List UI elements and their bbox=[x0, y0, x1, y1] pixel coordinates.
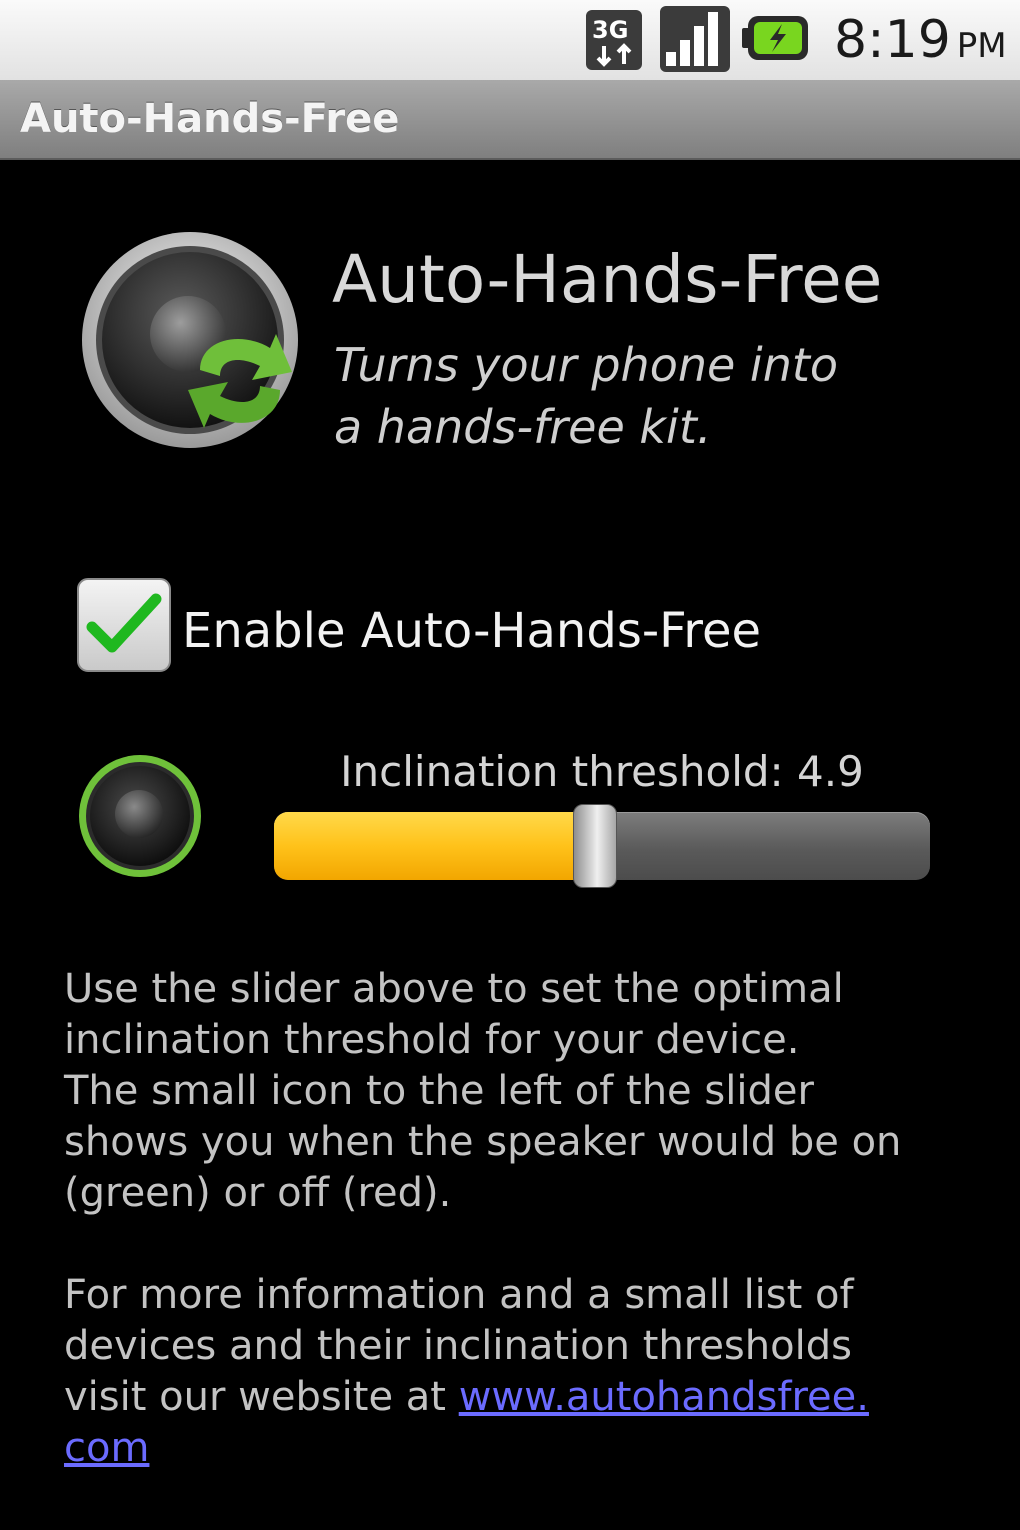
speaker-icon bbox=[79, 755, 201, 877]
app-screen: 3G 8:19 PM Auto-Hands-Free Auto-Hands-Fr… bbox=[0, 0, 1020, 1530]
app-tagline: Turns your phone into a hands-free kit. bbox=[334, 338, 839, 454]
status-clock: 8:19 PM bbox=[834, 10, 1007, 70]
description: Use the slider above to set the optimal … bbox=[64, 964, 944, 1474]
slider-fill bbox=[274, 812, 595, 880]
app-name: Auto-Hands-Free bbox=[332, 241, 883, 318]
description-paragraph: Use the slider above to set the optimal … bbox=[64, 966, 902, 1216]
more-info-paragraph: For more information and a small list of… bbox=[64, 1272, 869, 1471]
slider-thumb[interactable] bbox=[573, 804, 617, 888]
slider-label: Inclination threshold: 4.9 bbox=[340, 747, 864, 796]
window-title: Auto-Hands-Free bbox=[20, 96, 400, 142]
title-bar: Auto-Hands-Free bbox=[0, 80, 1020, 160]
inclination-slider[interactable] bbox=[274, 804, 930, 888]
speaker-refresh-icon bbox=[82, 232, 298, 448]
enable-checkbox-label[interactable]: Enable Auto-Hands-Free bbox=[182, 598, 761, 664]
3g-data-icon: 3G bbox=[586, 10, 642, 70]
svg-text:3G: 3G bbox=[592, 16, 628, 44]
signal-strength-icon bbox=[660, 6, 730, 72]
status-bar: 3G 8:19 PM bbox=[0, 0, 1020, 80]
enable-checkbox[interactable] bbox=[76, 577, 172, 673]
battery-charging-icon bbox=[742, 16, 808, 60]
